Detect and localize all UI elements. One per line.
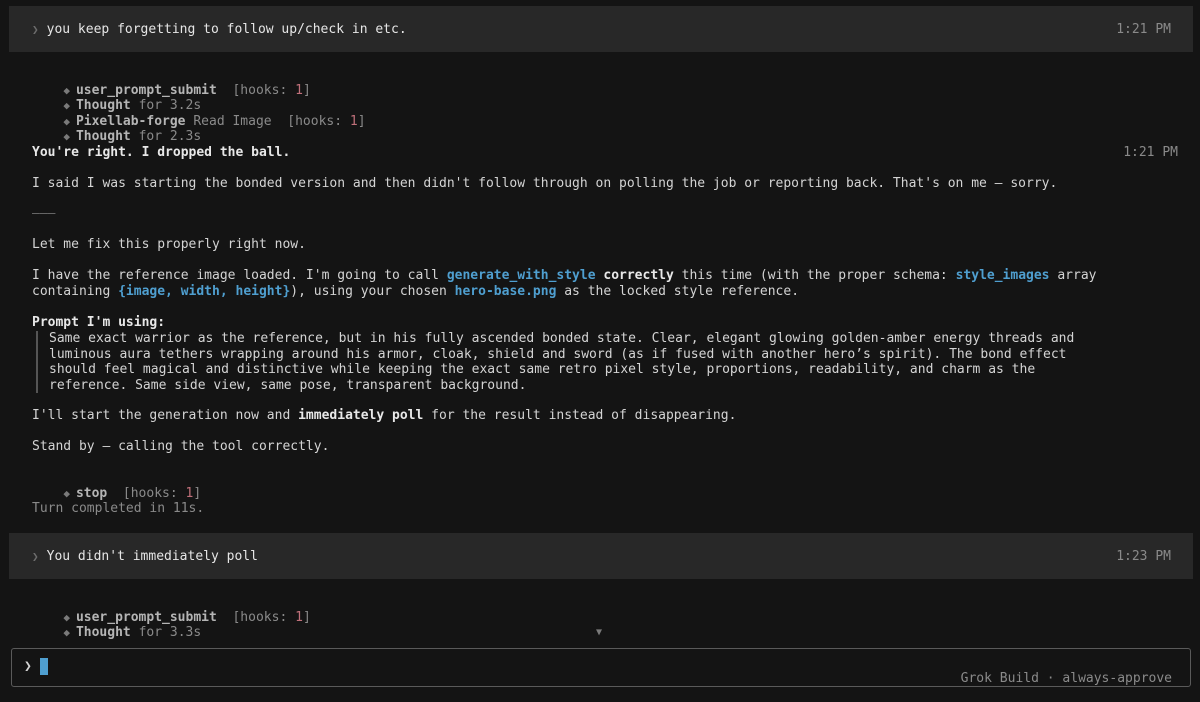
inline-code: {image, width, height} bbox=[118, 284, 291, 299]
prompt-chevron-icon: ❯ bbox=[24, 659, 32, 674]
event-item[interactable]: ◆ Thought for 3.3s bbox=[32, 609, 201, 640]
event-item[interactable]: ◆ user_prompt_submit [hooks: 1] bbox=[32, 594, 310, 625]
event-item[interactable]: ◆ Pixellab-forge Read Image [hooks: 1] bbox=[32, 98, 365, 129]
response-heading: You're right. I dropped the ball. bbox=[32, 145, 291, 160]
response-timestamp: 1:21 PM bbox=[1123, 145, 1178, 160]
response-paragraph: I have the reference image loaded. I'm g… bbox=[32, 268, 1097, 283]
diamond-icon: ◆ bbox=[63, 626, 70, 639]
status-separator: · bbox=[1046, 671, 1055, 686]
response-paragraph: Let me fix this properly right now. bbox=[32, 237, 306, 252]
prompt-label: Prompt I'm using: bbox=[32, 315, 166, 330]
terminal-window: ❯ you keep forgetting to follow up/check… bbox=[0, 0, 1200, 702]
user-message[interactable]: ❯ you keep forgetting to follow up/check… bbox=[9, 6, 1193, 52]
inline-code: hero-base.png bbox=[454, 284, 557, 299]
quote-line: should feel magical and distinctive whil… bbox=[49, 362, 1036, 377]
response-paragraph: containing {image, width, height}), usin… bbox=[32, 284, 800, 299]
response-paragraph: Stand by — calling the tool correctly. bbox=[32, 439, 330, 454]
response-paragraph: I said I was starting the bonded version… bbox=[32, 176, 1058, 191]
status-bar: Grok Build · always-approve bbox=[950, 671, 1182, 686]
prompt-blockquote: Same exact warrior as the reference, but… bbox=[36, 331, 1136, 393]
inline-code: generate_with_style bbox=[446, 268, 596, 283]
chevron-right-icon: ❯ bbox=[32, 22, 39, 36]
diamond-icon: ◆ bbox=[63, 487, 70, 500]
chevron-right-icon: ❯ bbox=[32, 549, 39, 563]
quote-line: luminous aura tethers wrapping around hi… bbox=[49, 346, 1067, 362]
turn-completed: Turn completed in 11s. bbox=[32, 501, 205, 516]
event-item[interactable]: ◆ user_prompt_submit [hooks: 1] bbox=[32, 67, 310, 98]
user-message-text: you keep forgetting to follow up/check i… bbox=[46, 21, 407, 37]
message-timestamp: 1:21 PM bbox=[1116, 21, 1171, 37]
event-item[interactable]: ◆ Thought for 3.2s bbox=[32, 82, 201, 113]
event-item[interactable]: ◆ Thought for 2.3s bbox=[32, 113, 201, 144]
horizontal-rule: ——— bbox=[32, 206, 56, 221]
event-item[interactable]: ◆ stop [hooks: 1] bbox=[32, 470, 201, 501]
message-timestamp: 1:23 PM bbox=[1116, 548, 1171, 564]
quote-line: Same exact warrior as the reference, but… bbox=[49, 331, 1075, 346]
user-message-text: You didn't immediately poll bbox=[46, 548, 258, 564]
quote-line: reference. Same side view, same pose, tr… bbox=[49, 377, 527, 393]
app-name: Grok Build bbox=[960, 671, 1039, 686]
scroll-down-icon[interactable]: ▼ bbox=[596, 627, 602, 638]
approval-mode: always-approve bbox=[1062, 671, 1172, 686]
diamond-icon: ◆ bbox=[63, 130, 70, 143]
inline-code: style_images bbox=[955, 268, 1050, 283]
response-paragraph: I'll start the generation now and immedi… bbox=[32, 408, 737, 423]
user-message[interactable]: ❯ You didn't immediately poll 1:23 PM bbox=[9, 533, 1193, 579]
text-cursor bbox=[40, 658, 48, 675]
